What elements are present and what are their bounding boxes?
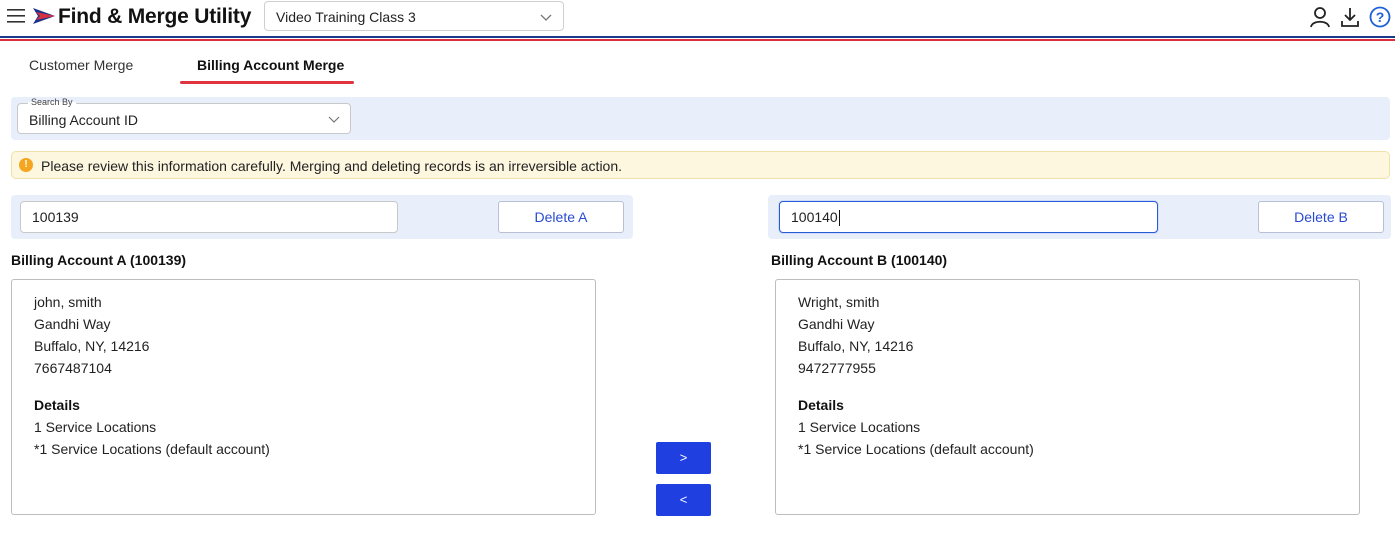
class-select-value: Video Training Class 3 <box>276 9 416 25</box>
account-b-name: Wright, smith <box>798 294 880 310</box>
tab-billing-account-merge[interactable]: Billing Account Merge <box>197 57 344 73</box>
account-a-id-value: 100139 <box>32 209 79 225</box>
app-header: Find & Merge Utility Video Training Clas… <box>0 0 1395 36</box>
class-select[interactable]: Video Training Class 3 <box>264 1 564 31</box>
download-icon[interactable] <box>1339 6 1361 28</box>
account-a-city: Buffalo, NY, 14216 <box>34 338 150 354</box>
account-b-id-value: 100140 <box>791 209 838 225</box>
chevron-down-icon <box>328 116 340 123</box>
account-b-id-input[interactable]: 100140 <box>779 201 1158 233</box>
app-logo-icon <box>33 8 55 24</box>
help-icon[interactable]: ? <box>1369 6 1391 28</box>
account-a-phone: 7667487104 <box>34 360 112 376</box>
account-a-heading: Billing Account A (100139) <box>11 252 187 268</box>
warning-banner: ! Please review this information careful… <box>11 151 1390 179</box>
warning-icon: ! <box>19 158 33 172</box>
text-caret <box>838 210 840 227</box>
account-a-id-input[interactable]: 100139 <box>20 201 398 233</box>
header-divider-red <box>0 39 1395 41</box>
account-a-details-label: Details <box>34 397 80 413</box>
account-b-detail-2: *1 Service Locations (default account) <box>798 441 1034 457</box>
account-b-details-label: Details <box>798 397 844 413</box>
account-a-detail-1: 1 Service Locations <box>34 419 157 435</box>
delete-b-button[interactable]: Delete B <box>1258 201 1384 233</box>
user-icon[interactable] <box>1309 6 1331 28</box>
app-title: Find & Merge Utility <box>58 5 252 28</box>
account-a-name: john, smith <box>34 294 102 310</box>
account-b-heading: Billing Account B (100140) <box>771 252 948 268</box>
chevron-down-icon <box>540 14 552 21</box>
tab-customer-merge[interactable]: Customer Merge <box>29 57 133 73</box>
account-b-city: Buffalo, NY, 14216 <box>798 338 914 354</box>
account-a-detail-2: *1 Service Locations (default account) <box>34 441 270 457</box>
account-b-phone: 9472777955 <box>798 360 876 376</box>
search-by-value: Billing Account ID <box>29 112 138 128</box>
account-a-street: Gandhi Way <box>34 316 111 332</box>
active-tab-indicator <box>180 81 354 84</box>
search-by-select[interactable]: Search By Billing Account ID <box>17 97 351 134</box>
account-b-detail-1: 1 Service Locations <box>798 419 921 435</box>
svg-text:?: ? <box>1376 9 1385 25</box>
account-b-details-card: Wright, smith Gandhi Way Buffalo, NY, 14… <box>775 279 1360 515</box>
move-left-button[interactable]: < <box>656 484 711 516</box>
account-a-details-card: john, smith Gandhi Way Buffalo, NY, 1421… <box>11 279 596 515</box>
account-b-street: Gandhi Way <box>798 316 875 332</box>
search-by-label: Search By <box>28 97 76 107</box>
hamburger-menu-icon[interactable] <box>6 6 26 26</box>
header-divider-blue <box>0 36 1395 38</box>
move-right-button[interactable]: > <box>656 442 711 474</box>
delete-a-button[interactable]: Delete A <box>498 201 624 233</box>
warning-text: Please review this information carefully… <box>41 158 623 174</box>
